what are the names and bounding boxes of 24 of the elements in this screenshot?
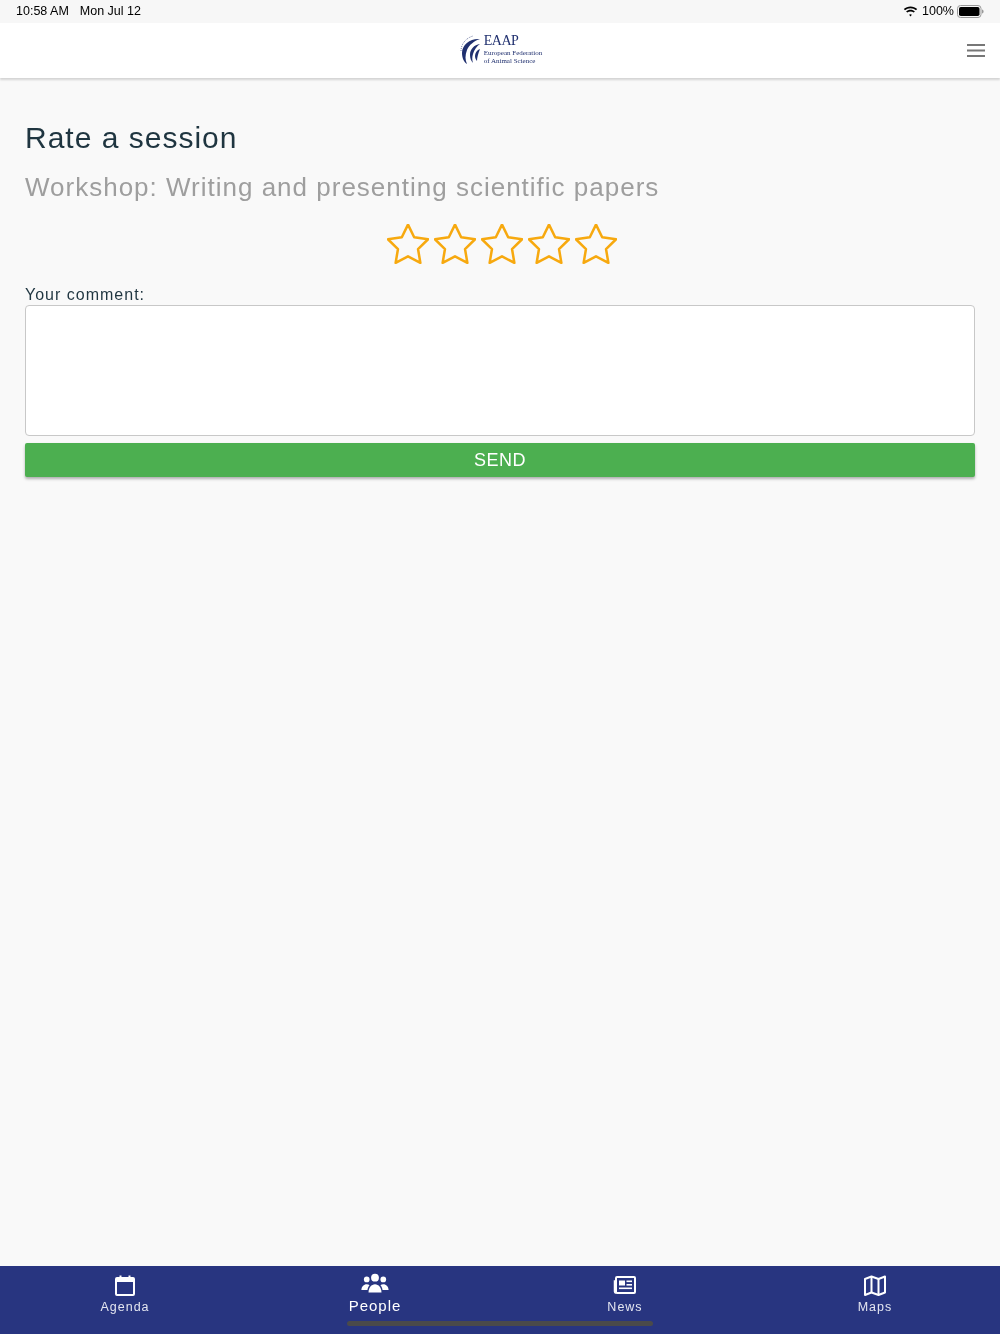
calendar-icon xyxy=(113,1273,137,1297)
battery-icon xyxy=(957,5,984,18)
empty-star-icon[interactable] xyxy=(434,224,476,264)
tab-bar-item[interactable]: People xyxy=(348,1266,402,1314)
logo-emblem-icon xyxy=(457,34,482,65)
empty-star-icon[interactable] xyxy=(528,224,570,264)
map-icon xyxy=(863,1273,887,1297)
tab-bar-item[interactable]: Maps xyxy=(857,1266,893,1315)
empty-star-icon[interactable] xyxy=(387,224,429,264)
wifi-icon xyxy=(903,6,918,17)
tab-bar-item[interactable]: Agenda xyxy=(100,1266,150,1315)
comment-label: Your comment: xyxy=(25,285,145,305)
status-time: 10:58 AM xyxy=(16,3,69,21)
logo-title: EAAP xyxy=(483,34,519,48)
comment-field[interactable] xyxy=(25,305,975,436)
empty-star-icon[interactable] xyxy=(575,224,617,264)
battery-percent: 100% xyxy=(922,3,954,21)
empty-star-icon[interactable] xyxy=(481,224,523,264)
page-title: Rate a session xyxy=(25,120,238,156)
newspaper-icon xyxy=(613,1273,637,1297)
menu-icon[interactable] xyxy=(967,44,985,57)
tab-bar-item[interactable]: News xyxy=(607,1266,643,1315)
status-date: Mon Jul 12 xyxy=(79,3,141,21)
session-name: Workshop: Writing and presenting scientific papers xyxy=(25,171,660,203)
